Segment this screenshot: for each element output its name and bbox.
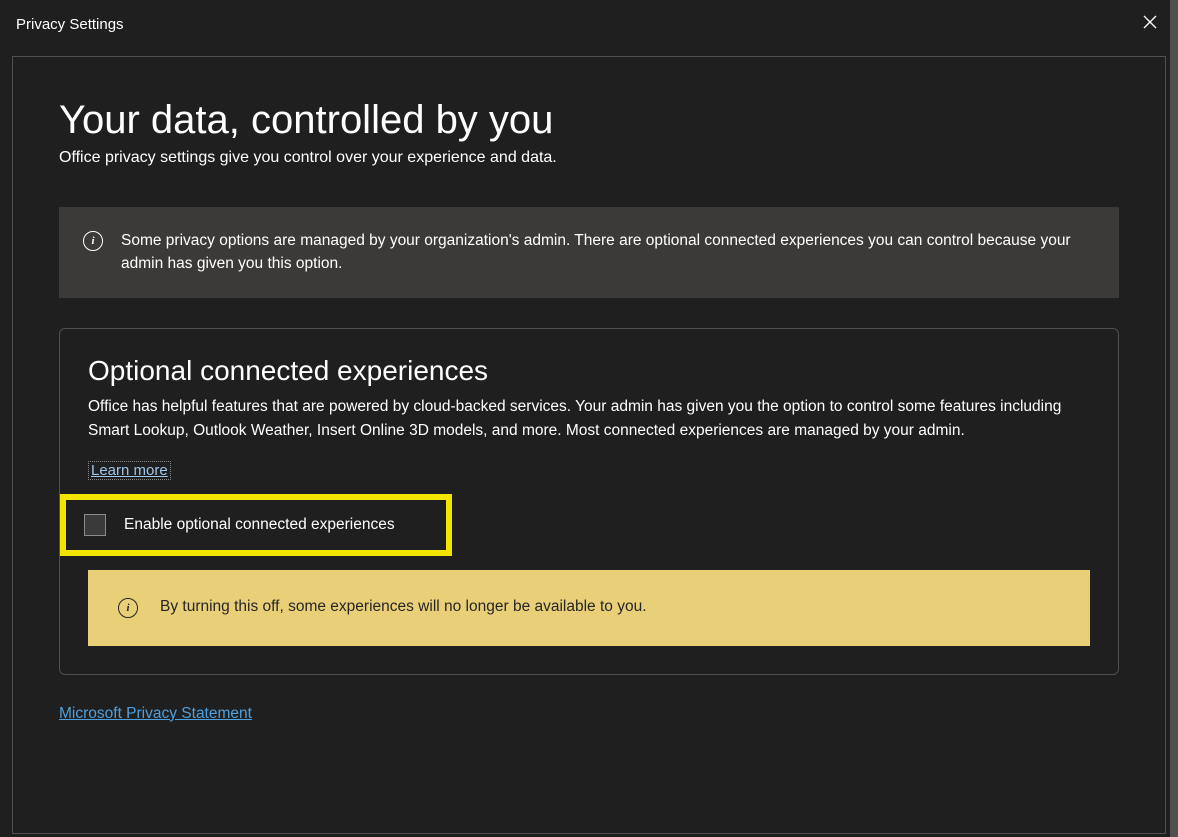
admin-info-text: Some privacy options are managed by your… [121,229,1093,276]
page-heading: Your data, controlled by you [59,97,1119,143]
title-bar: Privacy Settings [0,0,1178,48]
optional-experiences-section: Optional connected experiences Office ha… [59,328,1119,675]
window-title: Privacy Settings [16,16,124,33]
enable-optional-checkbox[interactable] [84,514,106,536]
scrollbar[interactable] [1170,0,1178,837]
main-panel: Your data, controlled by you Office priv… [12,56,1166,834]
close-button[interactable] [1126,0,1174,48]
enable-optional-label[interactable]: Enable optional connected experiences [124,516,395,534]
admin-info-banner: i Some privacy options are managed by yo… [59,207,1119,298]
close-icon [1143,15,1157,34]
warning-banner: i By turning this off, some experiences … [88,570,1090,646]
section-title: Optional connected experiences [88,355,1090,387]
learn-more-link[interactable]: Learn more [88,461,171,480]
info-icon: i [118,598,138,618]
page-subheading: Office privacy settings give you control… [59,149,1119,167]
privacy-statement-link[interactable]: Microsoft Privacy Statement [59,705,252,723]
section-description: Office has helpful features that are pow… [88,395,1090,443]
enable-checkbox-row: Enable optional connected experiences [60,494,452,556]
warning-text: By turning this off, some experiences wi… [160,598,647,616]
info-icon: i [83,231,103,251]
